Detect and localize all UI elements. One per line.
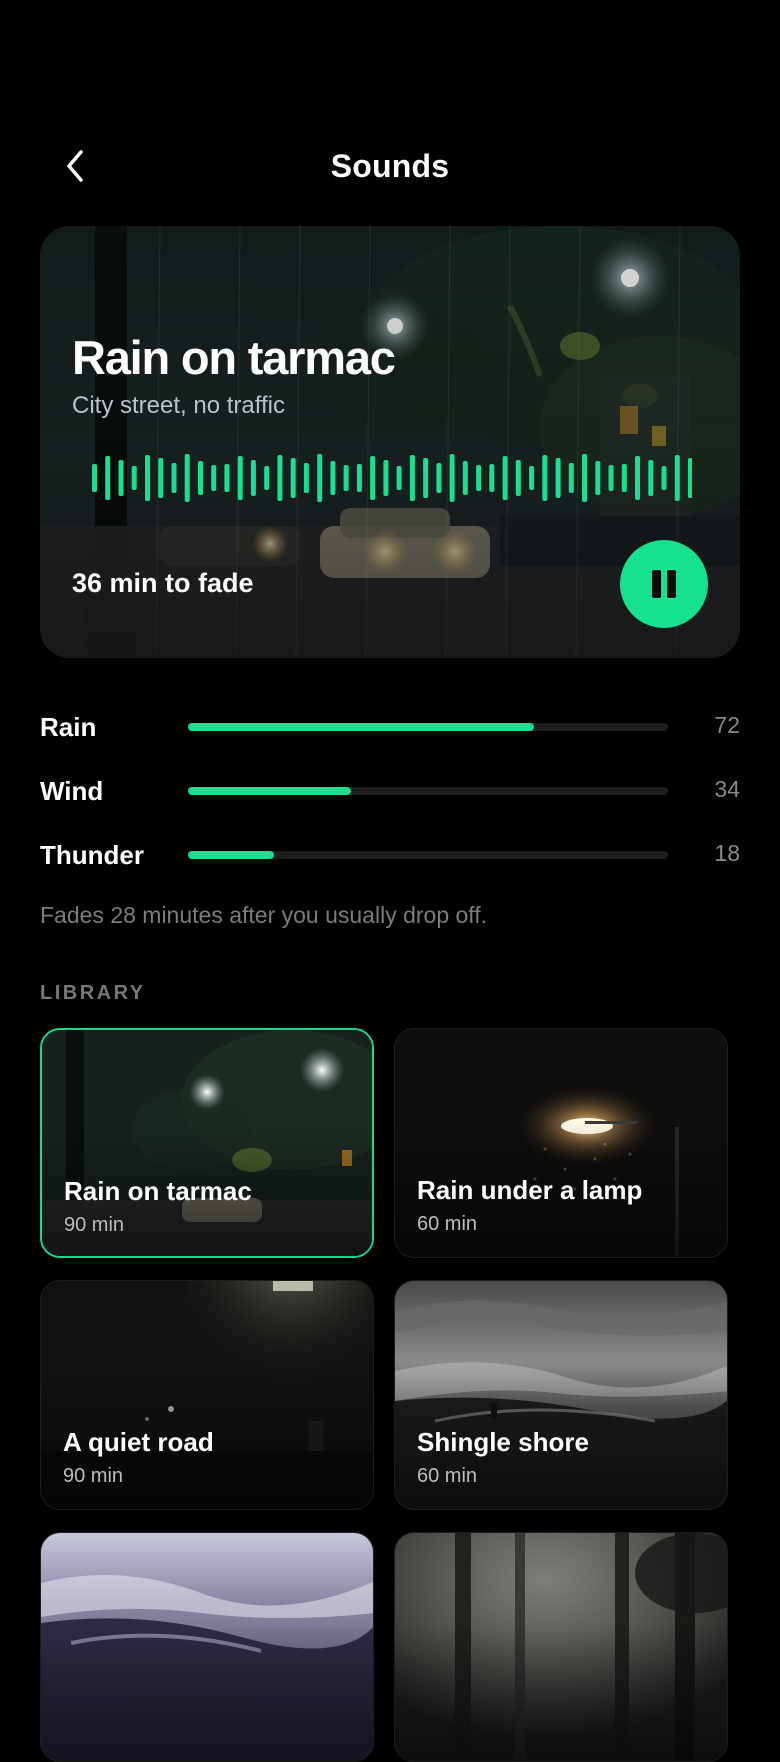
waveform-bar [423,458,429,498]
now-playing-subtitle: City street, no traffic [72,392,285,419]
waveform-bar [356,464,362,492]
mixer-label: Thunder [40,840,144,870]
now-playing-title: Rain on tarmac [72,331,396,384]
top-bar: Sounds [0,120,780,212]
mixer-value: 34 [714,776,740,802]
waveform-bar [105,456,111,500]
waveform-bar [303,463,309,493]
fade-countdown: 36 min to fade [72,568,254,598]
card-title: Rain under a lamp [417,1175,643,1205]
waveform-bar [145,455,150,501]
library-card-rain-under-a-lamp[interactable]: Rain under a lamp 60 min [394,1028,728,1258]
card-duration: 60 min [417,1465,478,1487]
waveform-bar [595,461,601,495]
waveform-bar [92,464,97,492]
fade-note: Fades 28 minutes after you usually drop … [40,902,488,928]
waveform-bar [529,466,535,490]
card-duration: 90 min [64,1214,125,1236]
waveform-bar [250,460,256,496]
mixer-value: 72 [714,712,740,738]
waveform-bar [211,465,217,491]
waveform-bar [436,463,442,493]
mixer-value: 18 [714,840,740,866]
waveform-bar [555,458,561,498]
page-title: Sounds [330,148,450,184]
card-duration: 60 min [417,1213,478,1235]
waveform-bar [237,456,243,500]
pause-icon [649,570,679,598]
waveform [92,454,692,502]
waveform-bar [621,464,627,492]
card-title: A quiet road [63,1427,214,1457]
waveform-bar [118,460,124,496]
waveform-bar [330,461,336,495]
waveform-bar [198,461,203,495]
waveform-bar [476,465,482,491]
waveform-bar [648,460,654,496]
pause-button[interactable] [620,540,708,628]
waveform-bar [568,463,574,493]
waveform-bar [131,466,137,490]
mixer-label: Rain [40,712,97,742]
slider-fill [188,723,534,731]
waveform-bar [290,458,296,498]
waveform-bar [582,454,587,502]
rain-volume-slider[interactable] [188,723,668,731]
waveform-bar [462,461,468,495]
card-duration: 90 min [63,1465,124,1487]
waveform-bar [489,464,495,492]
waveform-bar [661,466,667,490]
library-card-shingle-shore[interactable]: Shingle shore 60 min [394,1280,728,1510]
waveform-bar [396,466,402,490]
library-card-6[interactable] [394,1532,728,1762]
waveform-bar [409,455,415,501]
waveform-bar [277,455,283,501]
waveform-bar [674,455,680,501]
waveform-bar [184,454,190,502]
waveform-bar [542,455,548,501]
mixer-row-thunder: Thunder 18 [40,834,740,874]
waveform-bar [688,458,692,498]
waveform-bar [224,464,230,492]
library-card-rain-on-tarmac[interactable]: Rain on tarmac 90 min [40,1028,374,1258]
slider-fill [188,851,275,859]
slider-fill [188,787,352,795]
card-overlay [41,1533,373,1761]
card-title: Shingle shore [417,1427,589,1457]
library-heading: LIBRARY [40,982,146,1004]
library-card-a-quiet-road[interactable]: A quiet road 90 min [40,1280,374,1510]
waveform-bar [171,463,177,493]
waveform-bar [264,466,270,490]
thunder-volume-slider[interactable] [188,851,668,859]
mixer-label: Wind [40,776,104,806]
waveform-bar [370,456,376,500]
mixer-row-wind: Wind 34 [40,770,740,810]
waveform-bar [515,460,521,496]
mixer-row-rain: Rain 72 [40,706,740,746]
waveform-bar [343,465,349,491]
waveform-bar [635,456,640,500]
wind-volume-slider[interactable] [188,787,668,795]
waveform-bar [608,465,614,491]
waveform-bar [317,454,323,502]
card-overlay [395,1533,727,1761]
waveform-bar [449,454,455,502]
library-card-5[interactable] [40,1532,374,1762]
now-playing-card: Rain on tarmac City street, no traffic 3… [40,226,740,658]
waveform-bar [383,460,389,496]
card-title: Rain on tarmac [64,1176,252,1206]
waveform-bar [158,458,164,498]
waveform-bar [502,456,508,500]
